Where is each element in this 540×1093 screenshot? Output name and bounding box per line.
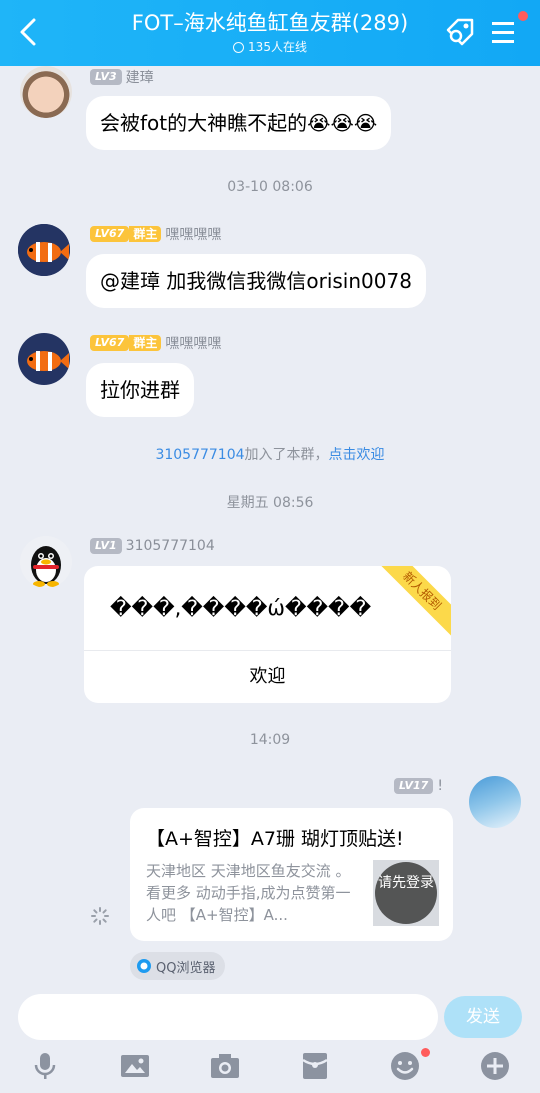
- newcomer-text: ���,����ώ����: [110, 596, 372, 620]
- sender-name[interactable]: 建璋: [126, 67, 154, 87]
- login-prompt[interactable]: 请先登录: [375, 862, 437, 924]
- welcome-button[interactable]: 欢迎: [84, 651, 451, 703]
- avatar[interactable]: [469, 776, 521, 828]
- source-tag[interactable]: QQ浏览器: [130, 952, 226, 980]
- camera-icon[interactable]: [209, 1050, 241, 1082]
- timestamp: 星期五 08:56: [226, 495, 314, 511]
- avatar[interactable]: [20, 536, 72, 588]
- share-title: 【A+智控】A7珊 瑚灯顶贴送!: [146, 828, 404, 850]
- newcomer-ribbon: 新人报到: [375, 566, 451, 638]
- image-icon[interactable]: [119, 1050, 151, 1082]
- notification-dot: [518, 11, 528, 21]
- send-button[interactable]: 发送: [444, 996, 522, 1038]
- message-input[interactable]: [18, 994, 438, 1040]
- sending-spinner-icon: [91, 907, 109, 925]
- emoji-notification-dot: [421, 1048, 430, 1057]
- message-bubble[interactable]: @建璋 加我微信我微信orisin0078: [86, 254, 426, 308]
- avatar[interactable]: [18, 224, 70, 276]
- sender-name[interactable]: 嘿嘿嘿嘿: [165, 333, 221, 353]
- menu-icon[interactable]: [486, 14, 522, 50]
- clownfish-icon: [18, 333, 70, 385]
- qq-browser-icon: [137, 959, 151, 973]
- level-badge: LV3: [90, 69, 122, 85]
- timestamp: 03-10 08:06: [227, 179, 313, 195]
- owner-badge: 群主: [129, 335, 162, 351]
- chat-area[interactable]: LV3 建璋 会被fot的大神瞧不起的😭😭😭 03-10 08:06 LV67 …: [0, 66, 540, 988]
- back-arrow-icon[interactable]: [14, 14, 46, 50]
- sender-name[interactable]: 3105777104: [126, 538, 215, 554]
- tag-icon[interactable]: [442, 14, 478, 50]
- level-badge: LV17: [394, 778, 434, 794]
- sender-name[interactable]: !: [437, 778, 443, 794]
- timestamp: 14:09: [249, 732, 291, 748]
- message-bubble[interactable]: 拉你进群: [86, 363, 194, 417]
- level-badge: LV67: [90, 226, 130, 242]
- avatar[interactable]: [20, 66, 72, 118]
- microphone-icon[interactable]: [29, 1050, 61, 1082]
- system-join-notice: 3105777104加入了本群，点击欢迎: [155, 447, 385, 463]
- plus-icon[interactable]: [479, 1050, 511, 1082]
- level-badge: LV1: [90, 538, 122, 554]
- newcomer-card[interactable]: 新人报到 ���,����ώ���� 欢迎: [84, 566, 451, 703]
- online-count: 135人在线: [248, 40, 307, 54]
- emoji-icon[interactable]: [389, 1050, 421, 1082]
- joined-user-link[interactable]: 3105777104: [155, 447, 244, 463]
- red-packet-icon[interactable]: [299, 1050, 331, 1082]
- avatar[interactable]: [18, 333, 70, 385]
- owner-badge: 群主: [129, 226, 162, 242]
- input-bar: 发送: [0, 988, 540, 1093]
- share-card[interactable]: 【A+智控】A7珊 瑚灯顶贴送! 天津地区 天津地区鱼友交流 。 看更多 动动手…: [130, 808, 453, 941]
- clownfish-icon: [18, 224, 70, 276]
- message-bubble[interactable]: 会被fot的大神瞧不起的😭😭😭: [86, 96, 392, 150]
- group-title[interactable]: FOT–海水纯鱼缸鱼友群(289): [90, 8, 450, 38]
- sender-name[interactable]: 嘿嘿嘿嘿: [165, 224, 221, 244]
- level-badge: LV67: [90, 335, 130, 351]
- welcome-link[interactable]: 点击欢迎: [329, 447, 385, 463]
- share-description: 天津地区 天津地区鱼友交流 。 看更多 动动手指,成为点赞第一人吧 【A+智控】…: [146, 862, 351, 924]
- qq-penguin-icon: [31, 546, 61, 587]
- chat-header: FOT–海水纯鱼缸鱼友群(289) 135人在线: [0, 0, 540, 66]
- online-icon: [233, 41, 245, 53]
- share-thumbnail: 请先登录: [373, 860, 439, 926]
